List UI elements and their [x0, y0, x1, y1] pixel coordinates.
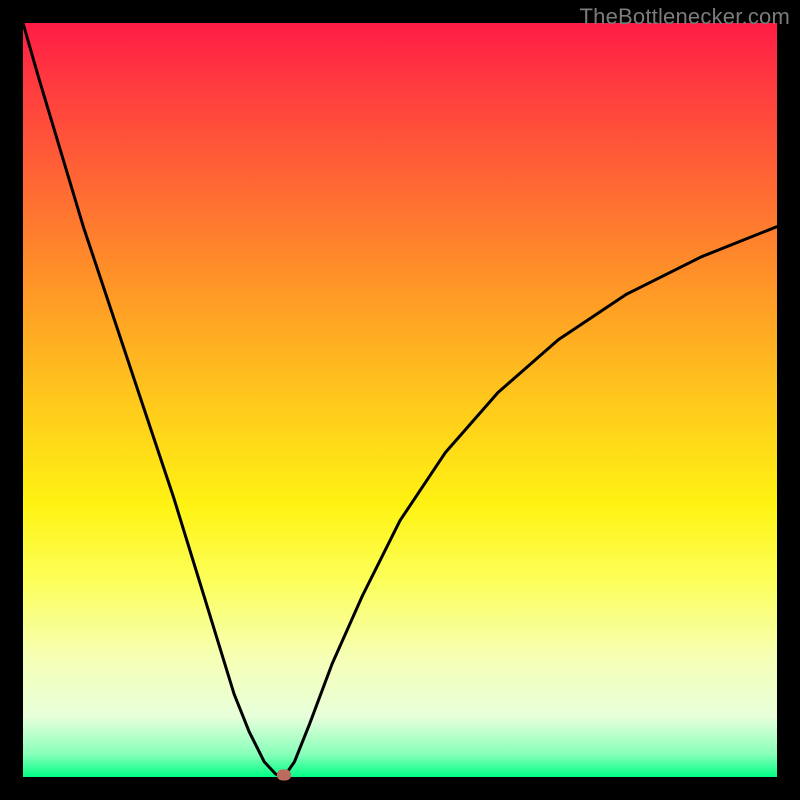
- chart-frame: TheBottlenecker.com: [0, 0, 800, 800]
- watermark-text: TheBottlenecker.com: [580, 4, 790, 30]
- optimal-point-marker: [277, 769, 291, 780]
- plot-area: [23, 23, 777, 777]
- bottleneck-curve: [23, 23, 777, 777]
